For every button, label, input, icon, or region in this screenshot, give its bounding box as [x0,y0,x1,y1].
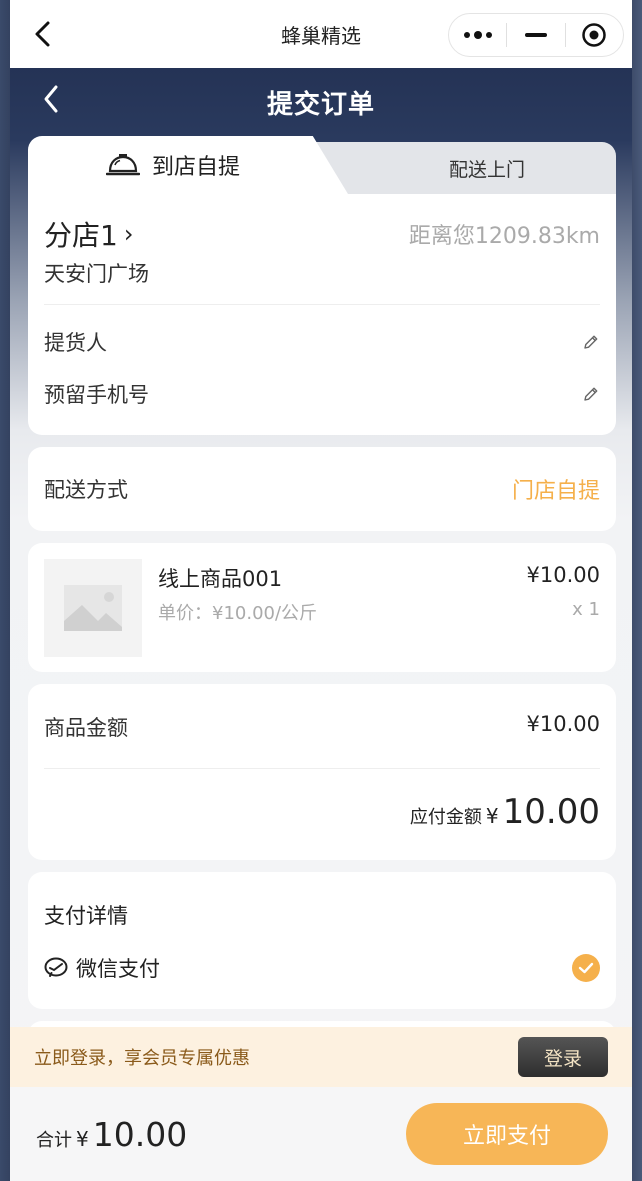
delivery-method-value: 门店自提 [511,479,600,504]
goods-card: 线上商品001 单价：¥10.00/公斤 ¥10.00 x 1 [28,543,616,672]
total-currency: ¥ [76,1126,89,1151]
store-name: 分店1 [44,219,118,252]
payment-title: 支付详情 [44,904,128,928]
delivery-tabs: 配送上门 到店自提 [28,136,616,194]
mini-program-title: 蜂巢精选 [281,23,361,48]
payment-card: 支付详情 微信支付 [28,872,616,1009]
edit-pencil-icon[interactable] [582,333,600,351]
login-promo-bar: 立即登录，享会员专属优惠 登录 [10,1027,632,1087]
pay-now-button[interactable]: 立即支付 [406,1103,608,1165]
minimize-icon [524,33,547,37]
goods-amount-label: 商品金额 [44,716,128,740]
mini-program-nav-bar: 蜂巢精选 [10,0,632,68]
store-distance: 距离您1209.83km [408,224,600,249]
close-target-icon [582,23,607,47]
page-title: 提交订单 [266,89,375,120]
product-image-placeholder [44,559,142,657]
divider [44,304,600,305]
checkout-bar: 合计 ¥ 10.00 立即支付 [10,1087,632,1181]
tab-store-pickup-label: 到店自提 [151,155,240,180]
wechat-pay-option[interactable]: 微信支付 [44,952,600,984]
delivery-method-label: 配送方式 [44,478,128,502]
picker-name-field[interactable]: 提货人 [44,322,600,362]
payable-currency: ¥ [485,804,499,828]
phone-number-label: 预留手机号 [44,383,149,407]
close-button[interactable] [566,14,623,56]
login-promo-text: 立即登录，享会员专属优惠 [34,1048,250,1069]
product-quantity: x 1 [572,599,600,620]
pickup-card: 分店1 › 距离您1209.83km 天安门广场 提货人 预留手机号 [28,194,616,435]
wechat-pay-label: 微信支付 [76,957,160,981]
payable-label: 应付金额 [409,807,482,828]
payable-value: 10.00 [502,792,600,832]
more-button[interactable] [449,14,506,56]
goods-amount-value: ¥10.00 [526,712,600,736]
page-header: 提交订单 [10,68,632,136]
wechat-pay-icon [44,957,68,977]
phone-number-field[interactable]: 预留手机号 [44,374,600,414]
tab-home-delivery[interactable]: 配送上门 [308,142,616,194]
divider [44,768,600,769]
page-back-icon[interactable] [38,82,64,116]
tab-store-pickup[interactable]: 到店自提 [28,136,348,194]
phone-screen: 蜂巢精选 提交订单 配送上门 到店自提 分店1 › 距离您1209.83km 天… [10,0,632,1181]
back-icon[interactable] [30,20,58,48]
order-total: 合计 ¥ 10.00 [36,1115,187,1154]
login-button[interactable]: 登录 [518,1037,608,1077]
image-placeholder-icon [64,585,122,631]
cloche-icon [105,154,140,176]
product-unit-price: 单价：¥10.00/公斤 [158,603,318,624]
total-value: 10.00 [92,1114,188,1154]
chevron-right-icon: › [123,220,134,248]
delivery-method-row[interactable]: 配送方式 门店自提 [28,447,616,531]
minimize-button[interactable] [507,14,564,56]
checkmark-icon [572,954,600,982]
picker-name-label: 提货人 [44,331,107,355]
edit-pencil-icon[interactable] [582,385,600,403]
product-name: 线上商品001 [158,567,283,591]
store-selector[interactable]: 分店1 › [44,214,133,254]
product-price: ¥10.00 [526,563,600,587]
store-address: 天安门广场 [44,262,149,286]
payable-amount: 应付金额 ¥ 10.00 [410,792,600,832]
more-icon [463,30,492,39]
amount-card: 商品金额 ¥10.00 应付金额 ¥ 10.00 [28,684,616,860]
capsule-menu [448,13,624,57]
tab-home-delivery-label: 配送上门 [448,158,525,181]
total-label: 合计 [36,1129,72,1151]
